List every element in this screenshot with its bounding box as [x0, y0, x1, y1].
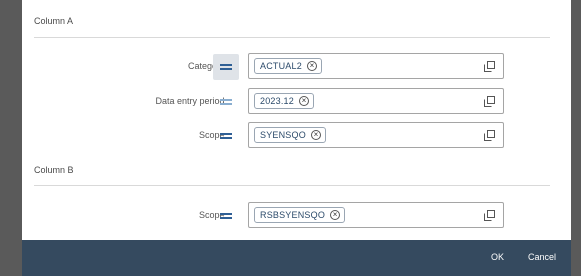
value-token[interactable]: 2023.12 × — [254, 93, 314, 109]
equals-operator-button[interactable] — [213, 54, 239, 80]
value-token[interactable]: SYENSQO × — [254, 127, 326, 143]
token-text: SYENSQO — [260, 130, 306, 140]
column-a-title: Column A — [34, 16, 74, 26]
clear-circle-icon[interactable]: × — [330, 210, 341, 220]
equals-operator-button[interactable] — [213, 123, 239, 149]
clear-circle-icon[interactable]: × — [310, 130, 321, 140]
cancel-button[interactable]: Cancel — [528, 252, 556, 262]
filter-row-scope-a: Scope: SYENSQO × — [22, 122, 571, 150]
value-help-icon[interactable] — [484, 130, 495, 141]
clear-circle-icon[interactable]: × — [298, 96, 309, 106]
equals-icon — [220, 99, 232, 105]
token-text: 2023.12 — [260, 96, 294, 106]
value-token[interactable]: ACTUAL2 × — [254, 58, 322, 74]
filter-row-scope-b: Scope: RSBSYENSQO × — [22, 202, 571, 230]
column-a-divider — [34, 37, 550, 38]
equals-icon — [220, 133, 232, 139]
category-field[interactable]: ACTUAL2 × — [248, 53, 504, 79]
filter-dialog: Column A Category: ACTUAL2 × Data entry … — [22, 0, 571, 276]
column-b-divider — [34, 185, 550, 186]
scope-field[interactable]: RSBSYENSQO × — [248, 202, 504, 228]
value-help-icon[interactable] — [484, 96, 495, 107]
column-b-title: Column B — [34, 165, 74, 175]
ok-button[interactable]: OK — [491, 252, 504, 262]
value-help-icon[interactable] — [484, 61, 495, 72]
clear-circle-icon[interactable]: × — [306, 61, 317, 71]
filter-row-data-entry-period: Data entry period: 2023.12 × — [22, 88, 571, 116]
equals-operator-button[interactable] — [213, 89, 239, 115]
filter-row-category: Category: ACTUAL2 × — [22, 53, 571, 81]
equals-icon — [220, 64, 232, 70]
dialog-footer: OK Cancel — [22, 240, 571, 276]
equals-icon — [220, 213, 232, 219]
data-entry-period-field[interactable]: 2023.12 × — [248, 88, 504, 114]
value-token[interactable]: RSBSYENSQO × — [254, 207, 346, 223]
token-text: RSBSYENSQO — [260, 210, 326, 220]
equals-operator-button[interactable] — [213, 203, 239, 229]
scope-field[interactable]: SYENSQO × — [248, 122, 504, 148]
token-text: ACTUAL2 — [260, 61, 302, 71]
value-help-icon[interactable] — [484, 210, 495, 221]
